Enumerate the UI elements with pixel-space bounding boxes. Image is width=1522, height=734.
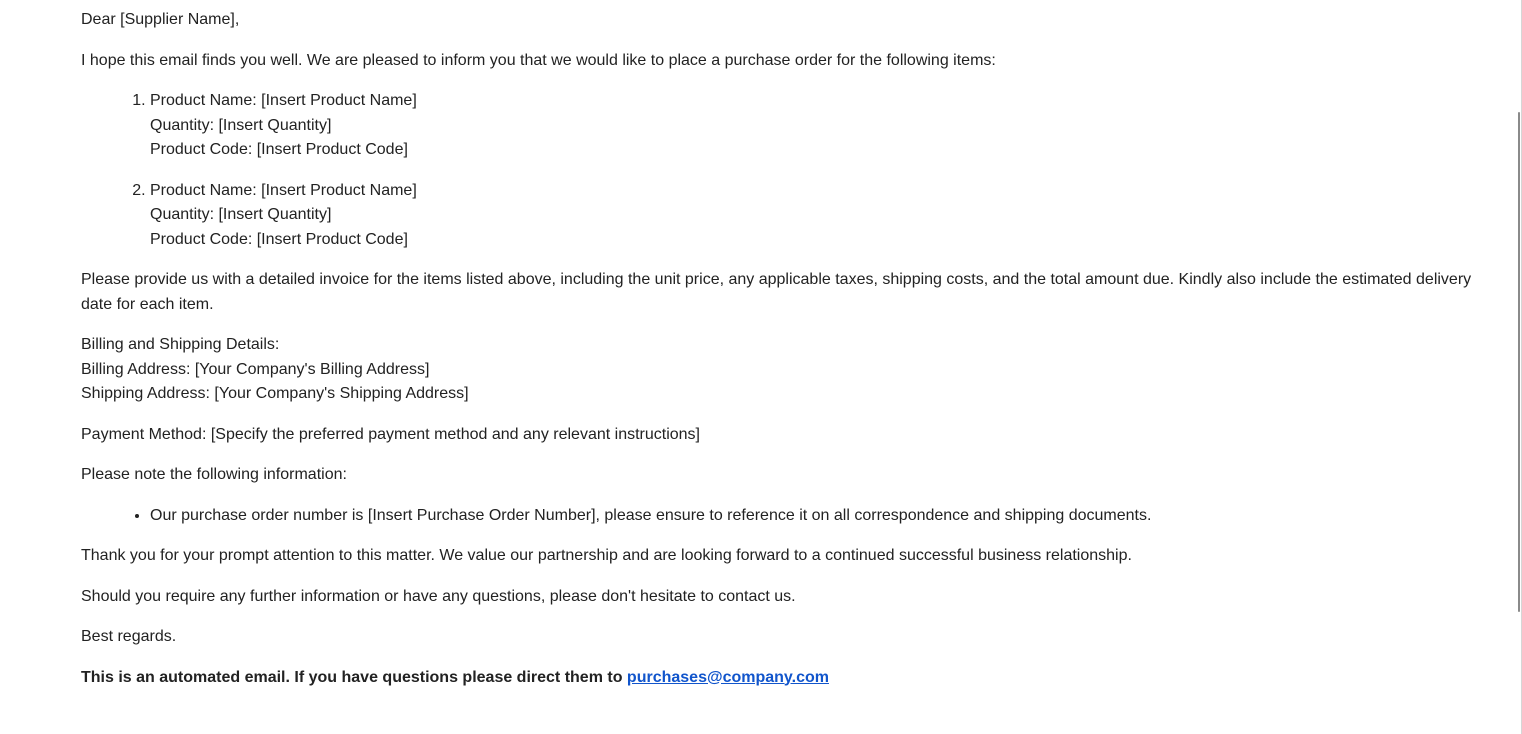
note-intro: Please note the following information: [81,466,347,483]
email-greeting: Dear [Supplier Name], [81,11,240,28]
billing-heading: Billing and Shipping Details: [81,336,280,353]
item-product-code: Product Code: [Insert Product Code] [150,230,408,248]
footer-text: This is an automated email. If you have … [81,668,627,686]
item-list: Product Name: [Insert Product Name] Quan… [81,89,1501,252]
scrollbar-thumb[interactable] [1518,112,1520,612]
item-quantity: Quantity: [Insert Quantity] [150,116,332,134]
payment-method: Payment Method: [Specify the preferred p… [81,425,700,443]
list-item: Our purchase order number is [Insert Pur… [150,504,1501,529]
thanks-paragraph: Thank you for your prompt attention to t… [81,547,1132,564]
shipping-address: Shipping Address: [Your Company's Shippi… [81,385,469,402]
signoff: Best regards. [81,628,177,645]
list-item: Product Name: [Insert Product Name] Quan… [150,89,1501,163]
email-body: Dear [Supplier Name], I hope this email … [81,8,1501,706]
email-link[interactable]: purchases@company.com [627,669,829,686]
invoice-request: Please provide us with a detailed invoic… [81,271,1472,313]
billing-address: Billing Address: [Your Company's Billing… [81,360,430,378]
list-item: Product Name: [Insert Product Name] Quan… [150,179,1501,253]
billing-shipping-details: Billing and Shipping Details: Billing Ad… [81,333,1501,407]
email-intro: I hope this email finds you well. We are… [81,51,996,69]
contact-paragraph: Should you require any further informati… [81,587,796,605]
item-product-name: Product Name: [Insert Product Name] [150,181,417,199]
item-quantity: Quantity: [Insert Quantity] [150,206,332,223]
scrollbar[interactable] [1516,0,1522,734]
item-product-name: Product Name: [Insert Product Name] [150,92,417,109]
item-product-code: Product Code: [Insert Product Code] [150,141,408,158]
automated-footer: This is an automated email. If you have … [81,666,1501,691]
notes-list: Our purchase order number is [Insert Pur… [81,504,1501,529]
